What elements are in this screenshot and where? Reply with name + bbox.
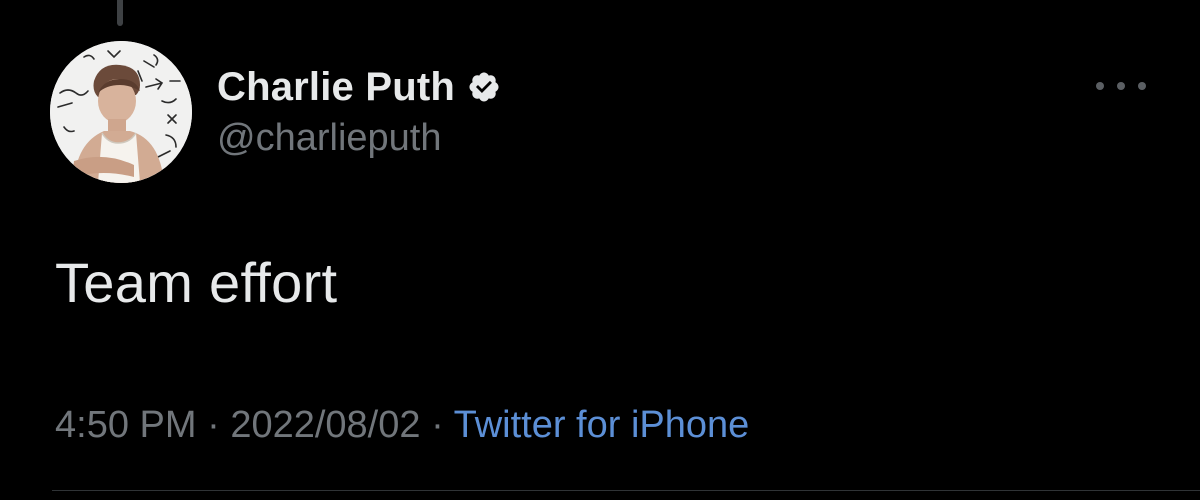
author-handle[interactable]: @charlieputh <box>217 117 441 160</box>
thread-connector-line <box>117 0 123 26</box>
avatar-photo <box>50 41 192 183</box>
verified-badge-icon <box>469 72 499 102</box>
meta-separator: · <box>431 404 444 446</box>
tweet-source-link[interactable]: Twitter for iPhone <box>454 404 750 446</box>
tweet-date[interactable]: 2022/08/02 <box>230 404 420 446</box>
avatar[interactable] <box>50 41 192 183</box>
more-dots-icon[interactable] <box>1096 76 1146 96</box>
more-dot <box>1096 82 1104 90</box>
divider <box>52 490 1200 491</box>
meta-separator: · <box>207 404 220 446</box>
tweet-time[interactable]: 4:50 PM <box>55 404 197 446</box>
more-dot <box>1117 82 1125 90</box>
more-dot <box>1138 82 1146 90</box>
author-name-row: Charlie Puth <box>217 62 501 112</box>
tweet-text: Team effort <box>55 251 338 314</box>
author-display-name[interactable]: Charlie Puth <box>217 65 455 110</box>
tweet-metadata: 4:50 PM · 2022/08/02 · Twitter for iPhon… <box>55 404 749 447</box>
